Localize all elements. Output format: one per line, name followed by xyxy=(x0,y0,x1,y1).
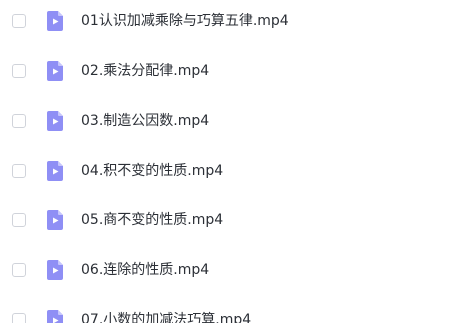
file-row[interactable]: 03.制造公因数.mp4 xyxy=(0,102,472,142)
file-list: 01认识加减乘除与巧算五律.mp4 02.乘法分配律.mp4 03.制造公因数.… xyxy=(0,0,472,323)
file-row[interactable]: 04.积不变的性质.mp4 xyxy=(0,152,472,192)
file-name[interactable]: 05.商不变的性质.mp4 xyxy=(81,211,223,229)
video-file-icon xyxy=(44,309,66,323)
row-checkbox[interactable] xyxy=(12,164,26,178)
video-file-icon xyxy=(44,160,66,182)
row-checkbox[interactable] xyxy=(12,64,26,78)
file-name[interactable]: 03.制造公因数.mp4 xyxy=(81,112,209,130)
video-file-icon xyxy=(44,60,66,82)
file-name[interactable]: 01认识加减乘除与巧算五律.mp4 xyxy=(81,12,289,30)
file-row[interactable]: 06.连除的性质.mp4 xyxy=(0,251,472,291)
row-checkbox[interactable] xyxy=(12,14,26,28)
file-name[interactable]: 06.连除的性质.mp4 xyxy=(81,261,209,279)
file-row[interactable]: 07.小数的加减法巧算.mp4 xyxy=(0,301,472,323)
file-name[interactable]: 07.小数的加减法巧算.mp4 xyxy=(81,311,251,323)
file-name[interactable]: 02.乘法分配律.mp4 xyxy=(81,62,209,80)
file-name[interactable]: 04.积不变的性质.mp4 xyxy=(81,162,223,180)
file-row[interactable]: 01认识加减乘除与巧算五律.mp4 xyxy=(0,2,472,42)
video-file-icon xyxy=(44,259,66,281)
row-checkbox[interactable] xyxy=(12,114,26,128)
file-row[interactable]: 02.乘法分配律.mp4 xyxy=(0,52,472,92)
row-checkbox[interactable] xyxy=(12,263,26,277)
video-file-icon xyxy=(44,209,66,231)
video-file-icon xyxy=(44,10,66,32)
file-row[interactable]: 05.商不变的性质.mp4 xyxy=(0,201,472,241)
row-checkbox[interactable] xyxy=(12,313,26,323)
row-checkbox[interactable] xyxy=(12,213,26,227)
video-file-icon xyxy=(44,110,66,132)
